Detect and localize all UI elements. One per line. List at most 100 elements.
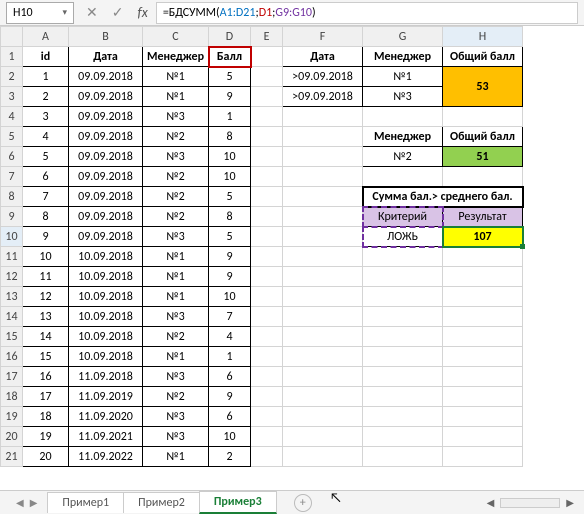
cell[interactable] [363,407,443,427]
cell[interactable] [443,447,523,467]
cell[interactable] [251,347,283,367]
cell[interactable]: 09.09.2018 [69,207,143,227]
cell[interactable]: 9 [209,87,251,107]
cell[interactable] [283,347,363,367]
cell[interactable] [443,267,523,287]
cell[interactable]: >09.09.2018 [283,67,363,87]
cell[interactable]: 17 [23,387,69,407]
cell[interactable]: №1 [143,347,209,367]
cell[interactable] [251,427,283,447]
cell[interactable]: >09.09.2018 [283,87,363,107]
cell[interactable]: №3 [143,147,209,167]
cell[interactable]: №2 [143,187,209,207]
cell[interactable]: 5 [209,187,251,207]
cell[interactable]: 09.09.2018 [69,227,143,247]
cell[interactable] [283,287,363,307]
cell[interactable] [363,427,443,447]
cell[interactable]: 1 [209,347,251,367]
row-header[interactable]: 9 [1,207,23,227]
cell[interactable]: 7 [209,307,251,327]
cell[interactable]: 10 [209,167,251,187]
cell[interactable]: 2 [209,447,251,467]
cell[interactable] [283,127,363,147]
cell[interactable]: 11.09.2019 [69,387,143,407]
cell[interactable] [363,307,443,327]
cell[interactable]: №1 [143,447,209,467]
cell[interactable] [283,207,363,227]
select-all[interactable] [1,27,23,47]
horizontal-scrollbar[interactable]: ◀ ▶ [483,496,578,509]
cell[interactable]: №1 [143,267,209,287]
cell[interactable] [443,327,523,347]
cell[interactable] [283,107,363,127]
cell[interactable] [283,327,363,347]
row-header[interactable]: 11 [1,247,23,267]
cell[interactable]: 20 [23,447,69,467]
cell[interactable]: 3 [23,107,69,127]
row-header[interactable]: 10 [1,227,23,247]
cell[interactable] [251,127,283,147]
cell[interactable]: 10 [209,427,251,447]
cell[interactable]: 7 [23,187,69,207]
cell[interactable]: №2 [143,207,209,227]
row-header[interactable]: 5 [1,127,23,147]
cell[interactable]: 13 [23,307,69,327]
fx-icon[interactable]: fx [137,6,147,20]
cell[interactable]: 10.09.2018 [69,267,143,287]
cell[interactable]: 6 [209,367,251,387]
row-header[interactable]: 19 [1,407,23,427]
cell[interactable] [443,307,523,327]
cell[interactable] [251,167,283,187]
scroll-left-icon[interactable]: ◀ [483,496,499,509]
cell[interactable] [363,247,443,267]
row-header[interactable]: 14 [1,307,23,327]
col-header-B[interactable]: B [69,27,143,47]
cell[interactable]: 10.09.2018 [69,287,143,307]
row-header[interactable]: 6 [1,147,23,167]
cell[interactable]: 9 [23,227,69,247]
cell[interactable]: 10.09.2018 [69,327,143,347]
cell[interactable]: 11 [23,267,69,287]
cell[interactable]: 11.09.2018 [69,367,143,387]
cell[interactable] [363,107,443,127]
tab-nav[interactable]: ◀▶ [6,496,47,509]
cell[interactable]: 18 [23,407,69,427]
cell[interactable]: Менеджер [143,47,209,67]
cell[interactable] [283,447,363,467]
cell[interactable]: 6 [209,407,251,427]
cell[interactable]: 9 [209,387,251,407]
cell[interactable]: №2 [143,167,209,187]
tab-sheet[interactable]: Пример2 [123,492,200,513]
cell[interactable] [251,227,283,247]
cell[interactable]: Результат [443,207,523,227]
cell[interactable] [443,107,523,127]
cell[interactable]: 10 [23,247,69,267]
cell[interactable]: 8 [209,207,251,227]
cell[interactable]: №2 [143,387,209,407]
cell[interactable] [443,287,523,307]
cell[interactable] [363,387,443,407]
tab-sheet-active[interactable]: Пример3 [199,491,277,514]
cell[interactable]: 09.09.2018 [69,167,143,187]
cell[interactable]: №1 [143,287,209,307]
col-header-H[interactable]: H [443,27,523,47]
cell[interactable] [363,287,443,307]
cell[interactable] [443,387,523,407]
cell[interactable]: 5 [209,227,251,247]
cancel-icon[interactable]: ✕ [86,6,98,20]
tab-sheet[interactable]: Пример1 [47,492,124,513]
cell[interactable]: №2 [143,127,209,147]
cell[interactable] [443,427,523,447]
cell[interactable] [251,87,283,107]
cell[interactable] [251,307,283,327]
cell[interactable]: Балл [209,47,251,67]
cell[interactable] [251,187,283,207]
cell[interactable] [251,387,283,407]
cell[interactable]: 10 [209,147,251,167]
row-header[interactable]: 3 [1,87,23,107]
col-header-E[interactable]: E [251,27,283,47]
cell[interactable]: №1 [143,67,209,87]
cell[interactable]: ЛОЖЬ [363,227,443,247]
cell[interactable]: Общий балл [443,127,523,147]
cell[interactable]: №3 [143,107,209,127]
